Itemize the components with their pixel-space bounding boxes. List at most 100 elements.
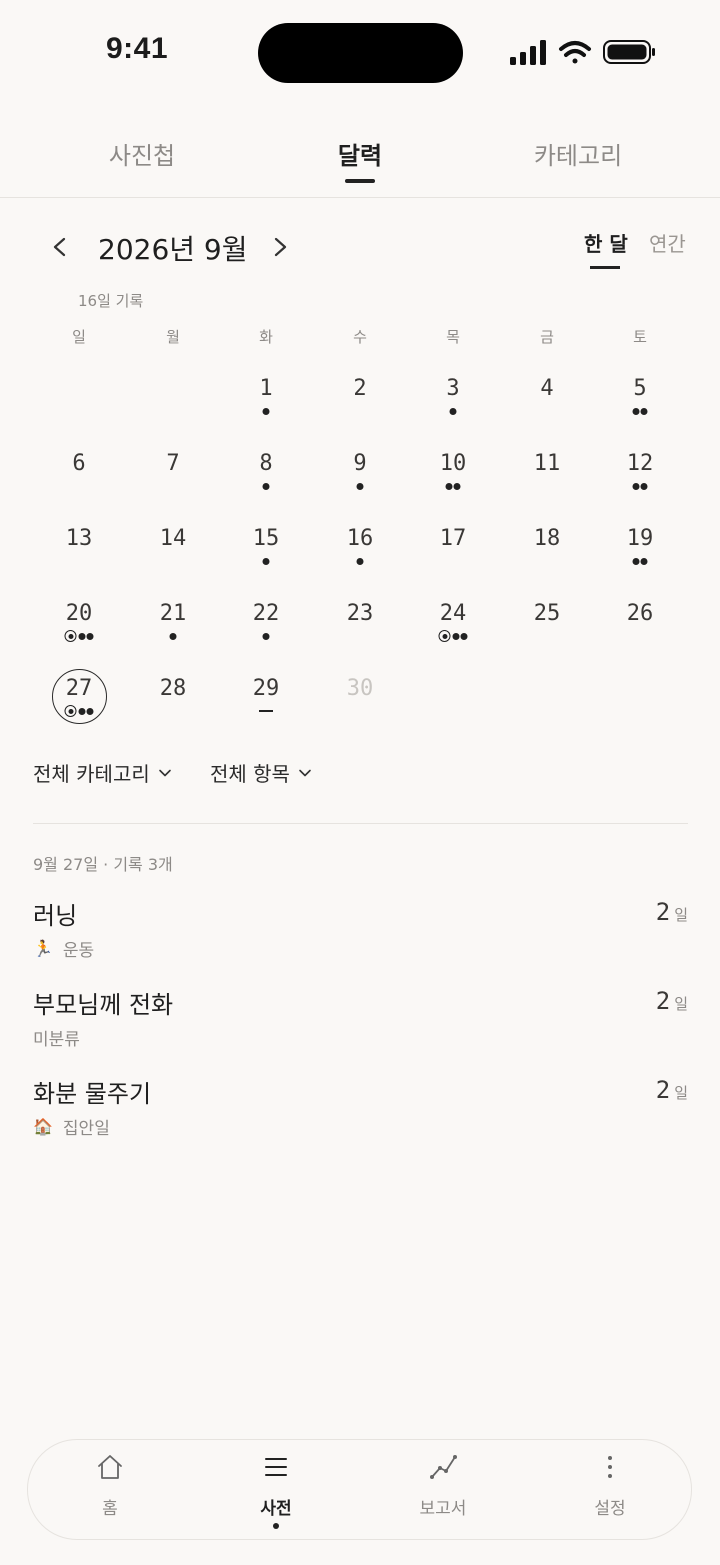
weekday-label: 일 <box>72 328 86 346</box>
dot-marker <box>78 707 86 715</box>
list-item[interactable]: 화분 물주기 🏠 집안일 2일 <box>33 1074 688 1154</box>
calendar-day[interactable]: 3 <box>446 376 459 401</box>
item-category-label: 미분류 <box>33 1030 80 1050</box>
status-icons <box>510 40 655 65</box>
item-count: 2일 <box>656 898 688 926</box>
dot-marker <box>452 632 460 640</box>
calendar-day[interactable]: 12 <box>627 451 654 476</box>
day-record-markers <box>632 480 648 492</box>
item-filter-label: 전체 항목 <box>210 762 290 786</box>
item-category-label: 운동 <box>62 941 95 961</box>
calendar-day[interactable]: 9 <box>353 451 366 476</box>
day-record-markers <box>632 405 648 417</box>
calendar-day[interactable]: 25 <box>534 601 561 626</box>
view-toggle-year[interactable]: 연간 <box>649 228 686 257</box>
nav-label: 보고서 <box>419 1499 467 1519</box>
category-filter-dropdown[interactable]: 전체 카테고리 <box>33 758 172 787</box>
more-vertical-icon <box>608 1456 612 1478</box>
item-category: 미분류 <box>33 1025 80 1050</box>
calendar-day[interactable]: 23 <box>347 601 374 626</box>
calendar-day[interactable]: 14 <box>160 526 187 551</box>
dot-marker <box>356 557 364 565</box>
calendar-day[interactable]: 22 <box>253 601 280 626</box>
item-category-label: 집안일 <box>62 1119 110 1139</box>
nav-label: 사전 <box>260 1499 292 1519</box>
day-record-markers <box>64 705 94 717</box>
nav-home[interactable]: 홈 <box>60 1452 160 1532</box>
dot-marker <box>640 407 648 415</box>
calendar-day[interactable]: 11 <box>534 451 561 476</box>
item-filter-dropdown[interactable]: 전체 항목 <box>210 758 312 787</box>
day-record-markers <box>632 555 648 567</box>
tab-category[interactable]: 카테고리 <box>534 136 622 171</box>
calendar-day[interactable]: 24 <box>440 601 467 626</box>
dot-marker <box>262 482 270 490</box>
calendar-day[interactable]: 13 <box>66 526 93 551</box>
house-icon: 🏠 <box>33 1117 53 1136</box>
calendar-day[interactable]: 29 <box>253 676 280 701</box>
item-title: 부모님께 전화 <box>33 991 174 1019</box>
weekday-label: 금 <box>540 328 554 346</box>
calendar-day[interactable]: 10 <box>440 451 467 476</box>
item-count: 2일 <box>656 987 688 1015</box>
day-record-markers <box>169 630 177 642</box>
dot-marker <box>78 632 86 640</box>
view-toggle-month[interactable]: 한 달 <box>584 228 628 257</box>
dot-marker <box>460 632 468 640</box>
nav-dictionary[interactable]: 사전 <box>226 1452 326 1532</box>
calendar-day[interactable]: 8 <box>259 451 272 476</box>
running-icon: 🏃 <box>33 939 53 958</box>
target-marker-icon <box>64 630 77 642</box>
calendar-day[interactable]: 19 <box>627 526 654 551</box>
target-marker-icon <box>64 705 77 717</box>
item-count-value: 2 <box>655 987 671 1015</box>
nav-settings[interactable]: 설정 <box>560 1452 660 1532</box>
calendar-day[interactable]: 15 <box>253 526 280 551</box>
nav-label: 홈 <box>102 1499 118 1519</box>
calendar-day[interactable]: 16 <box>347 526 374 551</box>
day-record-markers <box>449 405 457 417</box>
calendar-day[interactable]: 18 <box>534 526 561 551</box>
wifi-icon <box>559 41 591 64</box>
tab-calendar[interactable]: 달력 <box>338 136 382 171</box>
dot-marker <box>445 482 453 490</box>
item-count-value: 2 <box>655 1076 671 1104</box>
weekday-label: 토 <box>633 328 647 346</box>
calendar-day[interactable]: 2 <box>353 376 366 401</box>
item-count-unit: 일 <box>674 1084 688 1102</box>
chevron-right-icon[interactable] <box>267 232 293 262</box>
dynamic-island <box>258 23 463 83</box>
dot-marker <box>169 632 177 640</box>
dot-marker <box>632 407 640 415</box>
dot-marker <box>640 557 648 565</box>
calendar-day[interactable]: 21 <box>160 601 187 626</box>
list-header: 9월 27일 · 기록 3개 <box>33 855 173 874</box>
tab-photo-album[interactable]: 사진첩 <box>109 136 175 171</box>
calendar-day[interactable]: 5 <box>633 376 646 401</box>
calendar-day[interactable]: 1 <box>259 376 272 401</box>
calendar-day[interactable]: 7 <box>166 451 179 476</box>
divider <box>0 197 720 198</box>
chevron-left-icon[interactable] <box>46 232 72 262</box>
divider <box>33 823 688 824</box>
day-record-markers <box>262 480 270 492</box>
calendar-day[interactable]: 28 <box>160 676 187 701</box>
day-record-markers <box>259 705 273 717</box>
calendar-day[interactable]: 26 <box>627 601 654 626</box>
day-record-markers <box>262 405 270 417</box>
item-category: 🏃 운동 <box>33 936 94 961</box>
calendar-day[interactable]: 30 <box>347 676 374 701</box>
nav-report[interactable]: 보고서 <box>393 1452 493 1532</box>
calendar-day[interactable]: 4 <box>540 376 553 401</box>
calendar-day[interactable]: 17 <box>440 526 467 551</box>
dot-marker <box>356 482 364 490</box>
calendar-day[interactable]: 27 <box>66 676 93 701</box>
dot-marker <box>262 557 270 565</box>
list-item[interactable]: 부모님께 전화 미분류 2일 <box>33 985 688 1065</box>
item-title: 러닝 <box>33 902 78 930</box>
item-title: 화분 물주기 <box>33 1080 152 1108</box>
list-item[interactable]: 러닝 🏃 운동 2일 <box>33 896 688 976</box>
calendar-day[interactable]: 20 <box>66 601 93 626</box>
day-record-markers <box>262 630 270 642</box>
calendar-day[interactable]: 6 <box>72 451 85 476</box>
